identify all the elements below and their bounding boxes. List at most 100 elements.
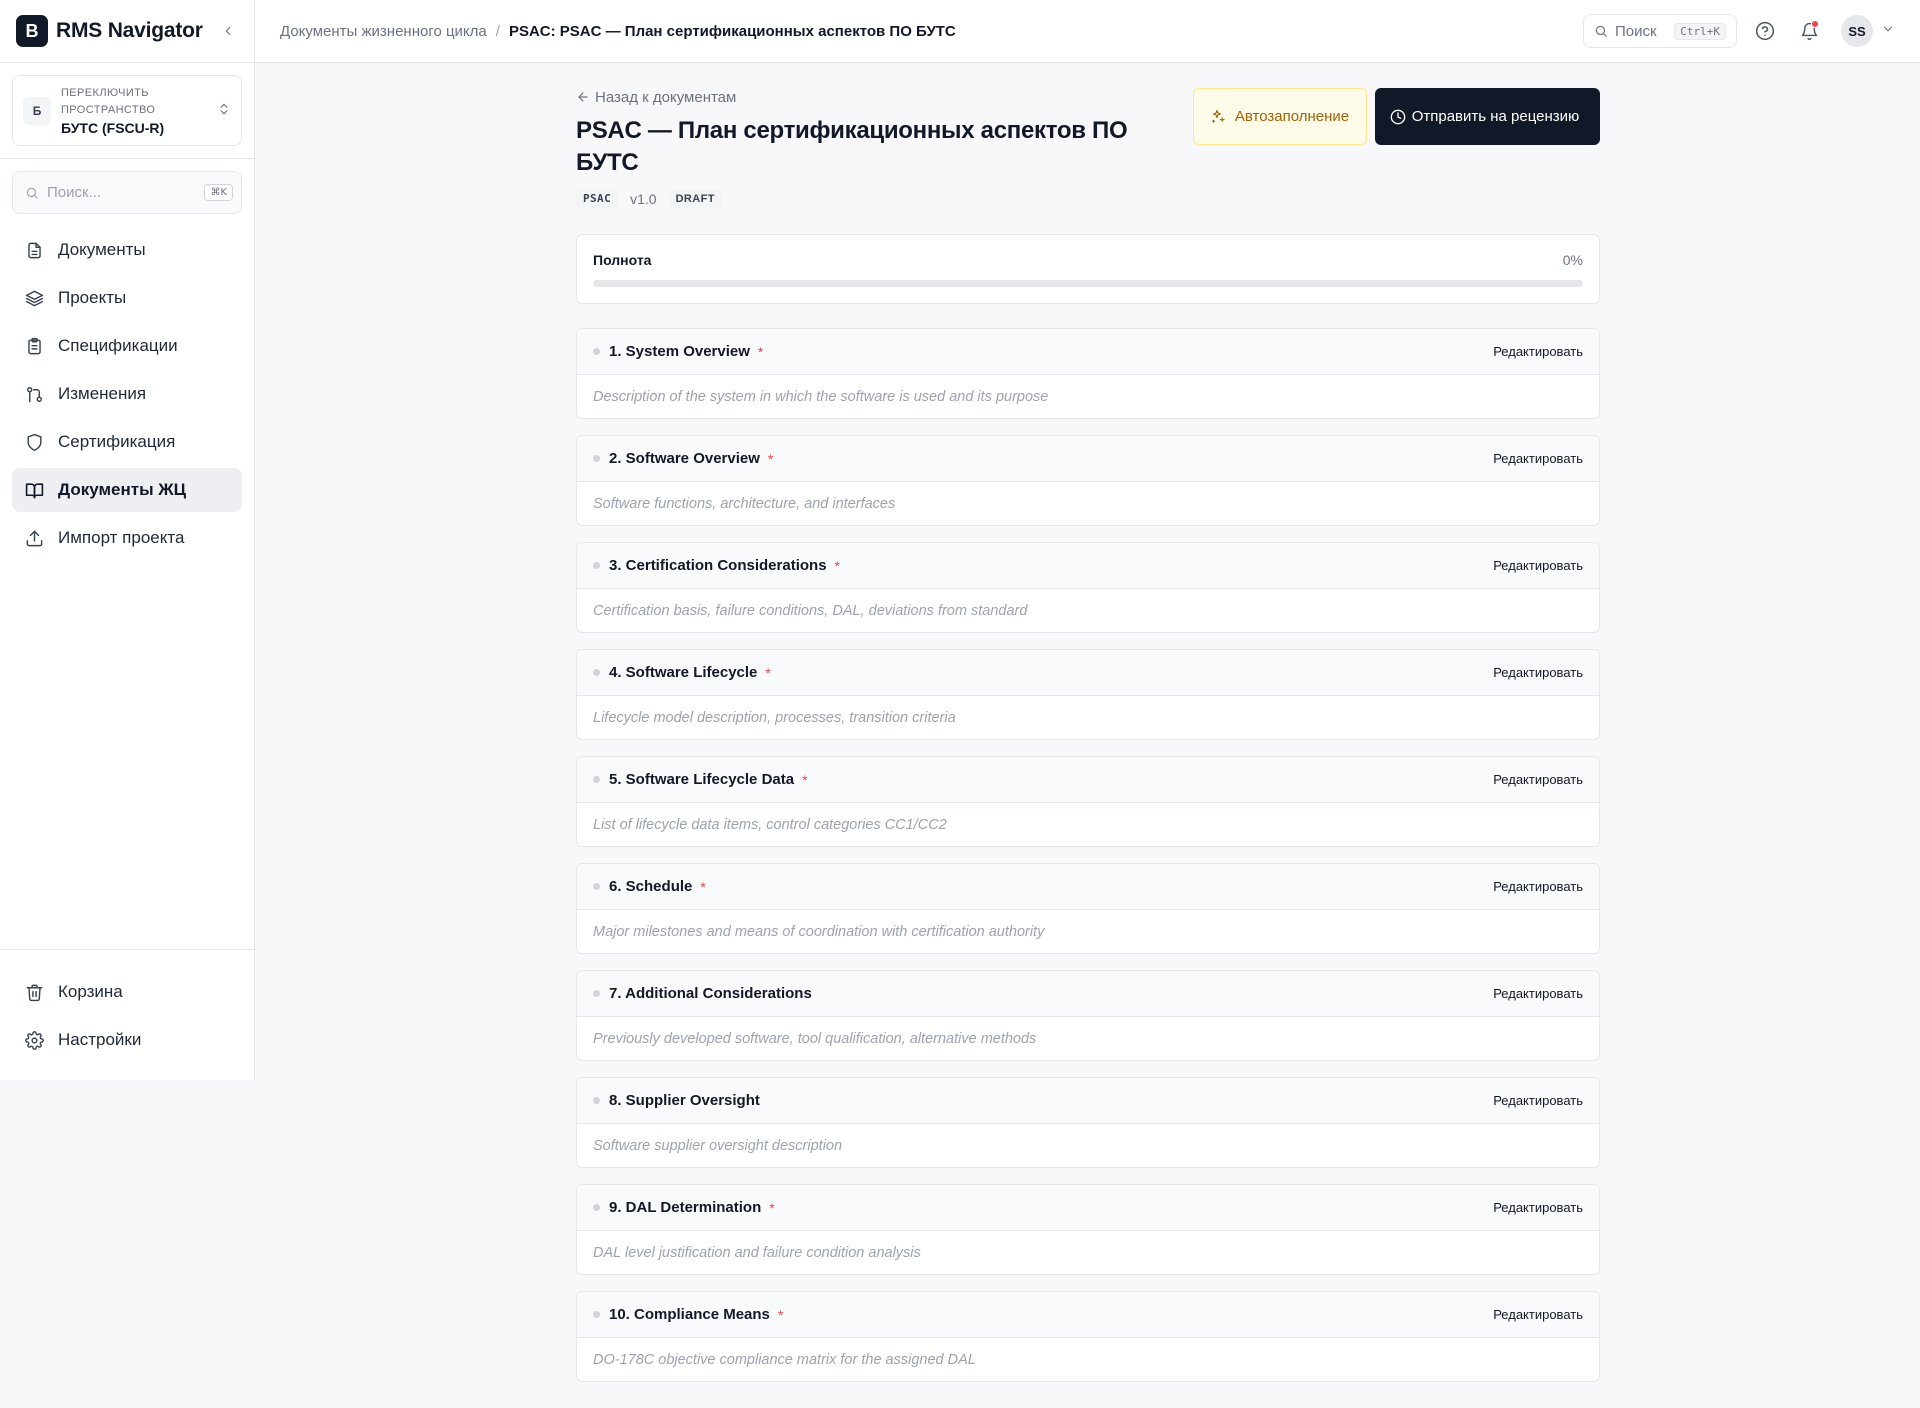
section-body[interactable]: Previously developed software, tool qual… [577,1017,1599,1061]
section-title: 7. Additional Considerations [609,985,812,1002]
breadcrumb-parent-link[interactable]: Документы жизненного цикла [280,23,487,40]
page-title: PSAC — План сертификационных аспектов ПО… [576,117,1128,176]
section-header: 2. Software Overview * Редактировать [577,436,1599,482]
sidebar-bottom: Корзина Настройки [0,949,254,1080]
completeness-value: 0% [1562,252,1583,268]
edit-section-button[interactable]: Редактировать [1493,558,1583,573]
layers-icon [24,288,44,308]
document-section: 7. Additional Considerations Редактирова… [576,970,1600,1061]
nav-item-documents[interactable]: Документы [12,228,242,272]
section-body[interactable]: Software functions, architecture, and in… [577,482,1599,526]
section-body[interactable]: Certification basis, failure conditions,… [577,589,1599,633]
help-circle-icon [1755,21,1775,41]
nav-item-projects[interactable]: Проекты [12,276,242,320]
section-header: 1. System Overview * Редактировать [577,329,1599,375]
edit-section-button[interactable]: Редактировать [1493,986,1583,1001]
section-body[interactable]: List of lifecycle data items, control ca… [577,803,1599,847]
back-to-documents-link[interactable]: Назад к документам [576,88,1156,106]
edit-section-button[interactable]: Редактировать [1493,772,1583,787]
section-status-dot [593,883,600,890]
edit-section-button[interactable]: Редактировать [1493,344,1583,359]
section-title: 3. Certification Considerations [609,557,827,574]
notifications-button[interactable] [1795,17,1823,45]
completeness-label: Полнота [593,252,652,268]
section-description: Software supplier oversight description [593,1138,843,1154]
global-search-label: Поиск [1615,22,1657,40]
collapse-sidebar-button[interactable] [218,21,238,41]
section-title: 9. DAL Determination [609,1199,762,1216]
nav-item-trash[interactable]: Корзина [12,970,242,1014]
doc-version: v1.0 [630,190,657,207]
help-button[interactable] [1751,17,1779,45]
section-title: 8. Supplier Oversight [609,1092,760,1109]
section-status-dot [593,1204,600,1211]
sections-list: 1. System Overview * Редактировать Descr… [576,328,1600,1382]
nav-label: Корзина [58,982,123,1001]
nav-label: Документы ЖЦ [58,480,187,499]
nav-item-import-project[interactable]: Импорт проекта [12,516,242,560]
nav-label: Документы [58,240,146,259]
section-header: 9. DAL Determination * Редактировать [577,1185,1599,1231]
edit-section-button[interactable]: Редактировать [1493,1200,1583,1215]
section-body[interactable]: DO-178C objective compliance matrix for … [577,1338,1599,1382]
section-body[interactable]: Software supplier oversight description [577,1124,1599,1168]
breadcrumb: Документы жизненного цикла / PSAC: PSAC … [280,23,956,40]
app-logo[interactable]: B [16,15,48,47]
nav-item-lifecycle-documents[interactable]: Документы ЖЦ [12,468,242,512]
section-status-dot [593,562,600,569]
section-body[interactable]: Description of the system in which the s… [577,375,1599,419]
section-title: 5. Software Lifecycle Data [609,771,795,788]
clipboard-list-icon [24,336,44,356]
document-section: 6. Schedule * Редактировать Major milest… [576,863,1600,954]
section-body[interactable]: DAL level justification and failure cond… [577,1231,1599,1275]
edit-section-button[interactable]: Редактировать [1493,451,1583,466]
git-pull-request-icon [24,384,44,404]
section-body[interactable]: Major milestones and means of coordinati… [577,910,1599,954]
document-section: 5. Software Lifecycle Data * Редактирова… [576,756,1600,847]
autofill-button[interactable]: Автозаполнение [1193,88,1367,145]
section-header: 4. Software Lifecycle * Редактировать [577,650,1599,696]
sidebar-search-input[interactable]: Поиск... ⌘K [12,171,242,214]
nav-item-settings[interactable]: Настройки [12,1018,242,1062]
section-status-dot [593,990,600,997]
breadcrumb-current: PSAC: PSAC — План сертификационных аспек… [508,22,956,40]
nav-label: Импорт проекта [58,528,185,547]
nav-item-certification[interactable]: Сертификация [12,420,242,464]
nav-label: Настройки [58,1030,142,1049]
section-status-dot [593,455,600,462]
search-icon [1595,25,1607,37]
edit-section-button[interactable]: Редактировать [1493,1093,1583,1108]
section-description: DO-178C objective compliance matrix for … [593,1352,976,1368]
document-section: 8. Supplier Oversight Редактировать Soft… [576,1077,1600,1168]
edit-section-button[interactable]: Редактировать [1493,665,1583,680]
section-body[interactable]: Lifecycle model description, processes, … [577,696,1599,740]
app-name[interactable]: RMS Navigator [56,19,203,43]
nav-label: Спецификации [58,336,178,355]
back-link-label: Назад к документам [595,88,737,106]
section-status-dot [593,776,600,783]
edit-section-button[interactable]: Редактировать [1493,879,1583,894]
workspace-avatar: Б [23,96,51,125]
completeness-card: Полнота 0% [576,234,1600,304]
user-avatar[interactable]: SS [1841,15,1873,47]
workspace-switcher[interactable]: Б ПЕРЕКЛЮЧИТЬ ПРОСТРАНСТВО БУТС (FSCU-R) [12,75,242,146]
main-nav: Документы Проекты Спецификации Изменения… [0,228,254,560]
nav-item-specifications[interactable]: Спецификации [12,324,242,368]
nav-item-changes[interactable]: Изменения [12,372,242,416]
global-search-button[interactable]: Поиск Ctrl+K [1583,14,1737,48]
shortcut-hint: ⌘K [204,184,233,201]
chevron-down-icon[interactable] [1881,22,1895,40]
trash-icon [24,982,44,1002]
section-title: 10. Compliance Means [609,1306,770,1323]
global-search-shortcut: Ctrl+K [1674,22,1726,40]
section-header: 8. Supplier Oversight Редактировать [577,1078,1599,1124]
edit-section-button[interactable]: Редактировать [1493,1307,1583,1322]
section-description: Description of the system in which the s… [593,389,1049,405]
section-description: Previously developed software, tool qual… [593,1031,1037,1047]
sidebar: B RMS Navigator Б ПЕРЕКЛЮЧИТЬ ПРОСТРАНСТ… [0,0,255,1080]
breadcrumb-separator: / [495,22,500,40]
document-section: 4. Software Lifecycle * Редактировать Li… [576,649,1600,740]
submit-for-review-button[interactable]: Отправить на рецензию [1375,88,1600,145]
document-section: 10. Compliance Means * Редактировать DO-… [576,1291,1600,1382]
notification-dot [1811,20,1819,28]
